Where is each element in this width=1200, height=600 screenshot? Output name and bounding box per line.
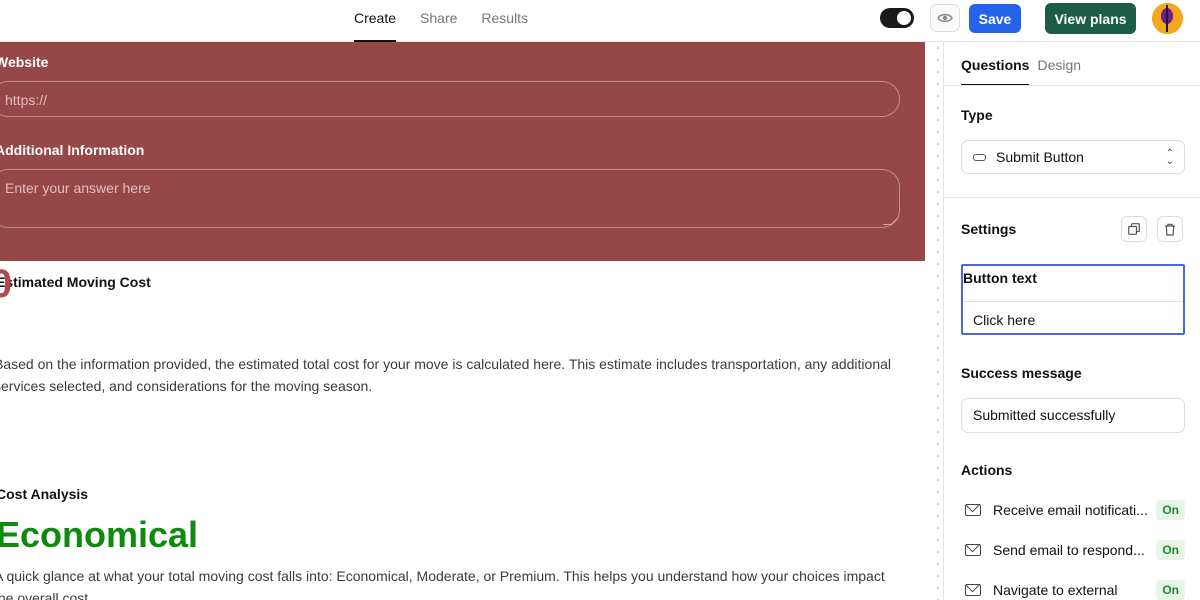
action-label: Navigate to external (993, 582, 1118, 598)
divider (944, 85, 1200, 86)
action-item[interactable]: Navigate to external On (961, 579, 1185, 600)
tab-results[interactable]: Results (481, 0, 528, 42)
tab-design[interactable]: Design (1037, 56, 1081, 86)
type-title: Type (961, 107, 993, 123)
estimated-cost-value: 0 (0, 262, 13, 306)
action-label: Send email to respond... (993, 542, 1145, 558)
action-label: Receive email notificati... (993, 502, 1148, 518)
status-badge: On (1156, 580, 1185, 600)
website-label: Website (0, 54, 49, 70)
contact-section: Website https:// Additional Information … (0, 42, 925, 261)
action-item[interactable]: Send email to respond... On (961, 539, 1185, 561)
panel-divider[interactable] (933, 42, 943, 600)
additional-info-textarea[interactable]: Enter your answer here (0, 169, 900, 228)
action-item[interactable]: Receive email notificati... On (961, 499, 1185, 521)
estimated-cost-description: Based on the information provided, the e… (0, 356, 892, 394)
form-canvas: Website https:// Additional Information … (0, 42, 943, 600)
main-tabs: Create Share Results (354, 0, 528, 42)
tab-create[interactable]: Create (354, 0, 397, 42)
mode-toggle[interactable] (880, 8, 914, 28)
button-text-field[interactable]: Button text Click here (961, 264, 1185, 335)
trash-icon (1165, 223, 1175, 236)
save-button[interactable]: Save (969, 4, 1021, 33)
actions-title: Actions (961, 462, 1013, 478)
tab-share[interactable]: Share (420, 0, 457, 42)
copy-icon (1128, 223, 1140, 235)
properties-panel: Questions Design Type Submit Button ⌃ ⌄ S… (943, 42, 1200, 600)
status-badge: On (1156, 540, 1185, 560)
cost-analysis-value: Economical (0, 514, 199, 555)
mail-icon (965, 544, 981, 556)
success-message-input[interactable]: Submitted successfully (961, 398, 1185, 433)
button-text-label: Button text (963, 270, 1037, 286)
cost-analysis-label: Cost Analysis (0, 486, 89, 502)
toggle-knob (897, 11, 911, 25)
website-input[interactable]: https:// (0, 81, 900, 117)
tab-questions[interactable]: Questions (961, 56, 1030, 86)
estimated-cost-label: Estimated Moving Cost (0, 274, 151, 290)
view-plans-button[interactable]: View plans (1045, 3, 1136, 34)
button-text-input[interactable]: Click here (973, 312, 1035, 328)
additional-info-label: Additional Information (0, 142, 145, 158)
preview-button[interactable] (930, 4, 960, 32)
success-message-title: Success message (961, 365, 1082, 381)
button-type-icon (973, 153, 986, 161)
settings-title: Settings (961, 221, 1017, 237)
mail-icon (965, 504, 981, 516)
avatar[interactable] (1152, 3, 1183, 34)
top-bar: Create Share Results Save View plans (0, 0, 1200, 42)
delete-button[interactable] (1157, 216, 1183, 242)
panel-tabs: Questions Design (961, 56, 1081, 86)
type-select-value: Submit Button (996, 149, 1084, 165)
avatar-image (1152, 3, 1183, 34)
duplicate-button[interactable] (1121, 216, 1147, 242)
cost-analysis-description: A quick glance at what your total moving… (0, 568, 885, 600)
eye-icon (937, 13, 953, 23)
mail-icon (965, 584, 981, 596)
type-select[interactable]: Submit Button ⌃ ⌄ (961, 140, 1185, 174)
chevron-updown-icon: ⌃ ⌄ (1165, 148, 1174, 167)
divider (944, 197, 1200, 198)
status-badge: On (1156, 500, 1185, 520)
divider (963, 301, 1183, 302)
